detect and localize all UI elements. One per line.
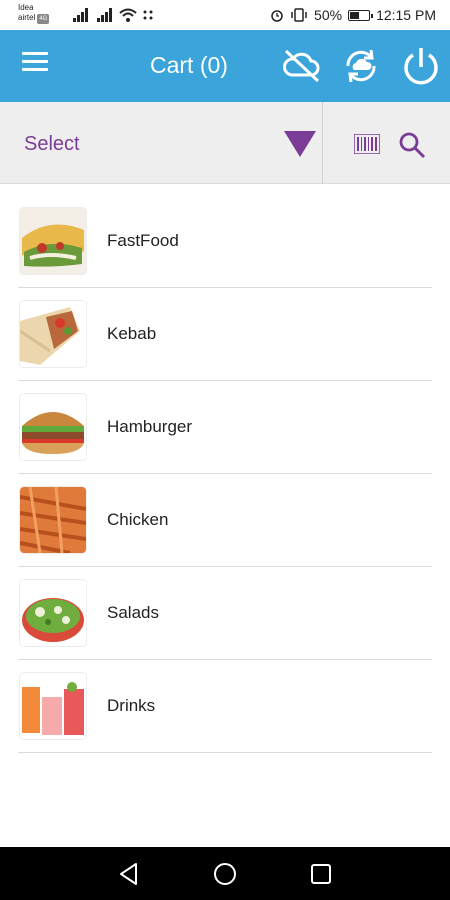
category-item-kebab[interactable]: Kebab — [18, 288, 432, 381]
signal-icon — [73, 8, 88, 22]
category-select[interactable]: Select — [24, 133, 80, 156]
cloud-off-icon[interactable] — [280, 45, 322, 87]
category-label: Drinks — [107, 696, 156, 715]
barcode-icon[interactable] — [354, 134, 380, 154]
network-badge: 4G — [37, 14, 50, 24]
category-label: Kebab — [107, 324, 157, 343]
category-item-chicken[interactable]: Chicken — [18, 474, 432, 567]
home-icon[interactable] — [212, 861, 238, 887]
battery-icon — [348, 9, 374, 21]
vibrate-icon — [291, 8, 307, 22]
category-label: Chicken — [107, 510, 169, 529]
alarm-icon — [271, 10, 283, 22]
hamburger-image — [20, 394, 86, 460]
category-item-salads[interactable]: Salads — [18, 567, 432, 660]
search-icon[interactable] — [398, 131, 426, 159]
category-item-fastfood[interactable]: FastFood — [18, 195, 432, 288]
navigation-bar — [0, 847, 450, 900]
category-item-hamburger[interactable]: Hamburger — [18, 381, 432, 474]
category-label: Hamburger — [107, 417, 193, 436]
category-label: FastFood — [107, 231, 179, 250]
sync-icon[interactable] — [340, 45, 382, 87]
status-right: 50% 12:15 PM — [270, 7, 436, 23]
app-bar: Cart (0) — [0, 30, 450, 102]
kebab-image — [20, 301, 86, 367]
category-list: FastFood Kebab Hamburger Chicken Salads … — [18, 195, 432, 753]
dropdown-arrow-icon[interactable] — [284, 131, 316, 157]
salads-image — [20, 580, 86, 646]
carrier-name-1: Idea — [18, 3, 34, 12]
power-icon[interactable] — [400, 45, 442, 87]
clock: 12:15 PM — [376, 7, 436, 23]
filter-bar: Select — [0, 102, 450, 184]
battery-fill — [350, 11, 359, 19]
status-bar: Idea airtel 4G 50% 12:15 PM — [0, 0, 450, 30]
menu-icon[interactable] — [22, 52, 48, 78]
divider — [322, 102, 323, 184]
cart-title[interactable]: Cart (0) — [150, 52, 228, 79]
battery-percent: 50% — [314, 7, 343, 23]
carrier-name-2: airtel — [18, 13, 36, 22]
category-label: Salads — [107, 603, 159, 622]
chicken-image — [20, 487, 86, 553]
recents-icon[interactable] — [308, 861, 334, 887]
back-icon[interactable] — [116, 861, 142, 887]
signal-icon — [97, 8, 112, 22]
wifi-icon — [119, 8, 137, 22]
more-notifications-icon — [143, 10, 153, 20]
fastfood-image — [20, 208, 86, 274]
drinks-image — [20, 673, 86, 739]
carrier-info: Idea airtel 4G — [18, 3, 50, 24]
category-item-drinks[interactable]: Drinks — [18, 660, 432, 753]
